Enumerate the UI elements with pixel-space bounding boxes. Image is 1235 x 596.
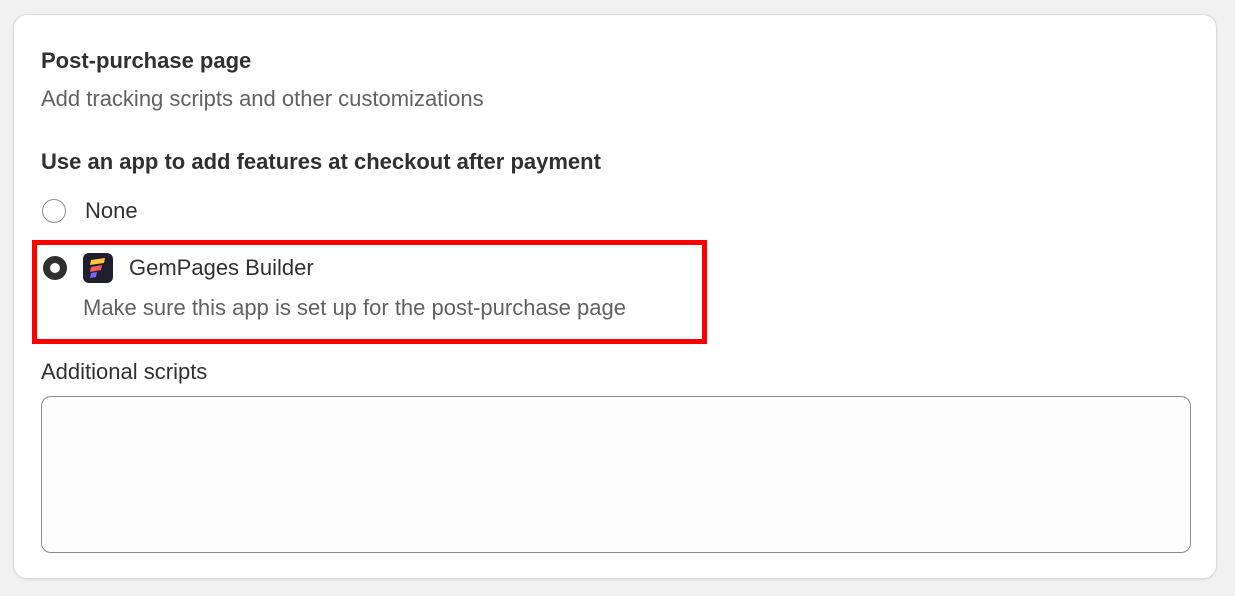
radio-none-label: None bbox=[85, 198, 138, 223]
section-title: Post-purchase page bbox=[41, 48, 252, 73]
additional-scripts-label: Additional scripts bbox=[41, 359, 208, 384]
app-choice-label: Use an app to add features at checkout a… bbox=[41, 149, 601, 174]
additional-scripts-textarea[interactable] bbox=[41, 396, 1191, 553]
radio-option-none[interactable]: None bbox=[42, 198, 138, 224]
radio-gempages[interactable] bbox=[43, 256, 67, 280]
post-purchase-card: Post-purchase page Add tracking scripts … bbox=[13, 14, 1217, 579]
radio-option-gempages[interactable]: GemPages Builder bbox=[43, 253, 314, 283]
gempages-app-icon bbox=[83, 253, 113, 283]
section-subtitle: Add tracking scripts and other customiza… bbox=[41, 86, 484, 111]
radio-gempages-label: GemPages Builder bbox=[129, 255, 314, 280]
gempages-help-text: Make sure this app is set up for the pos… bbox=[83, 295, 626, 320]
radio-none[interactable] bbox=[42, 199, 66, 223]
